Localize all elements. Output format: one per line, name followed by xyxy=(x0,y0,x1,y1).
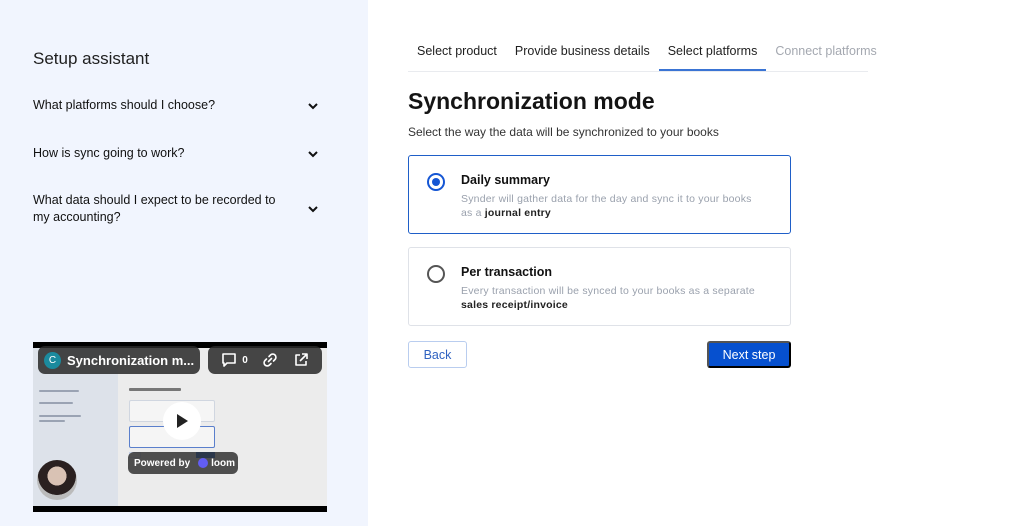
option-description: Every transaction will be synced to your… xyxy=(461,284,761,312)
radio-selected[interactable] xyxy=(427,173,445,191)
faq-item-sync[interactable]: How is sync going to work? xyxy=(33,145,323,162)
page-subtitle: Select the way the data will be synchron… xyxy=(408,125,719,139)
video-title: Synchronization m... xyxy=(67,352,195,368)
powered-by-loom-badge[interactable]: Powered by loom xyxy=(128,452,238,474)
loom-logo-icon xyxy=(198,458,209,468)
chevron-down-icon[interactable] xyxy=(307,148,319,160)
comment-count: 0 xyxy=(242,354,248,366)
comments-button[interactable]: 0 xyxy=(221,352,248,368)
faq-question: What platforms should I choose? xyxy=(33,98,216,112)
video-title-bar[interactable]: C Synchronization m... xyxy=(38,346,200,374)
powered-by-label: Powered by xyxy=(134,457,191,469)
faq-question: How is sync going to work? xyxy=(33,146,185,160)
tab-connect-platforms: Connect platforms xyxy=(775,44,877,58)
option-title: Per transaction xyxy=(461,265,553,279)
external-link-icon xyxy=(294,353,308,366)
tab-select-platforms[interactable]: Select platforms xyxy=(658,36,767,71)
radio-unselected[interactable] xyxy=(427,265,445,283)
creator-avatar: C xyxy=(44,351,61,369)
next-step-button[interactable]: Next step xyxy=(707,341,791,368)
sidebar-title: Setup assistant xyxy=(33,49,150,68)
video-actions: 0 xyxy=(208,346,322,374)
faq-item-data[interactable]: What data should I expect to be recorded… xyxy=(33,192,323,226)
option-description-highlight: journal entry xyxy=(484,207,551,219)
loom-brand: loom xyxy=(211,457,236,469)
option-daily-summary[interactable]: Daily summary Synder will gather data fo… xyxy=(408,155,791,234)
option-description-text: Every transaction will be synced to your… xyxy=(461,285,755,297)
page-title: Synchronization mode xyxy=(408,88,655,114)
option-description: Synder will gather data for the day and … xyxy=(461,192,761,220)
play-button[interactable] xyxy=(163,402,201,440)
option-title: Daily summary xyxy=(461,173,550,187)
option-per-transaction[interactable]: Per transaction Every transaction will b… xyxy=(408,247,791,326)
back-button[interactable]: Back xyxy=(408,341,467,368)
tab-provide-business-details[interactable]: Provide business details xyxy=(506,36,659,71)
open-external-button[interactable] xyxy=(293,352,309,368)
play-icon xyxy=(177,414,188,428)
setup-stepper-tabs: Select product Provide business details … xyxy=(408,36,877,72)
tab-select-product[interactable]: Select product xyxy=(408,36,506,71)
comment-icon xyxy=(222,353,237,367)
link-icon xyxy=(263,353,277,367)
app-root: Setup assistant What platforms should I … xyxy=(0,0,1024,526)
copy-link-button[interactable] xyxy=(262,352,278,368)
chevron-down-icon[interactable] xyxy=(307,203,319,215)
setup-assistant-sidebar: Setup assistant What platforms should I … xyxy=(0,0,368,526)
option-description-highlight: sales receipt/invoice xyxy=(461,299,568,311)
chevron-down-icon[interactable] xyxy=(307,100,319,112)
faq-question: What data should I expect to be recorded… xyxy=(33,193,276,224)
presenter-avatar xyxy=(37,460,77,500)
faq-item-platforms[interactable]: What platforms should I choose? xyxy=(33,97,323,114)
loom-video-embed[interactable]: C Synchronization m... 0 Powered by loom xyxy=(33,342,327,512)
